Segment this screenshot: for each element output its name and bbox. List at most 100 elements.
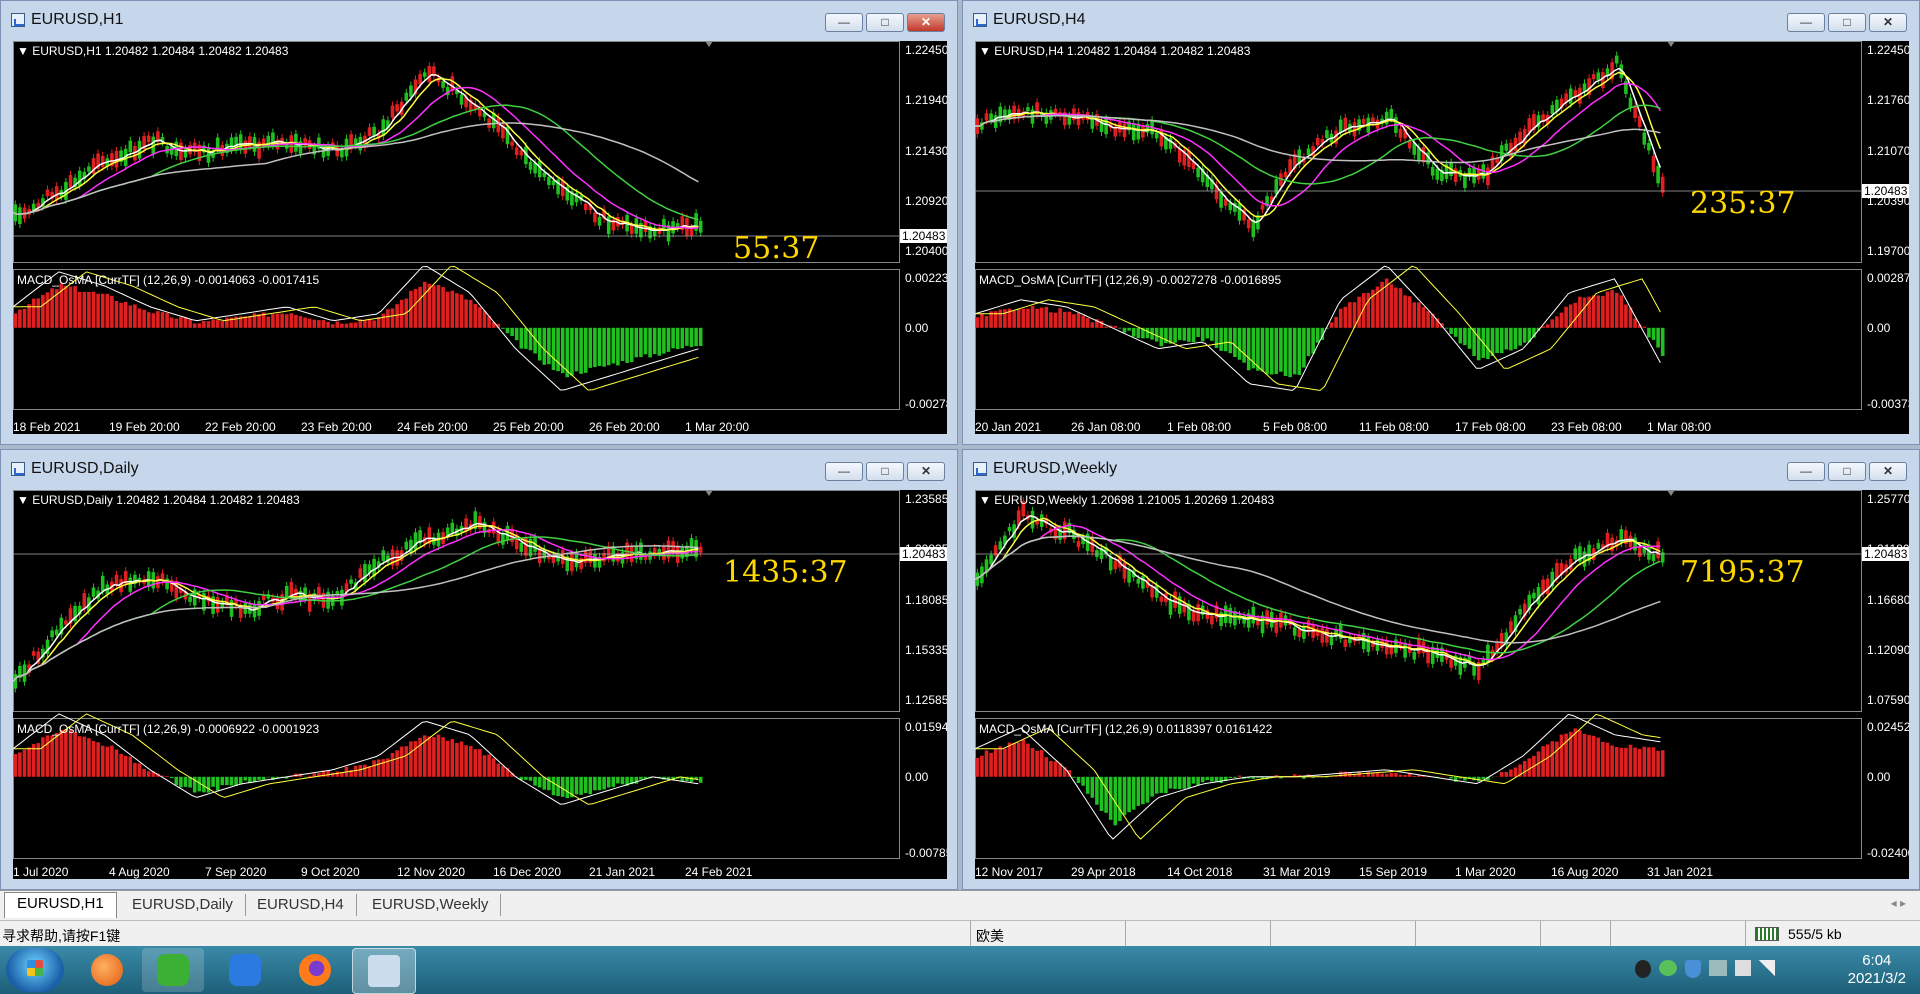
macd-histogram-bar (1090, 776, 1095, 798)
window-titlebar[interactable]: EURUSD,Weekly — □ ✕ (963, 450, 1919, 488)
macd-histogram-bar (229, 776, 234, 786)
close-button[interactable]: ✕ (1869, 462, 1907, 481)
macd-histogram-bar (1412, 302, 1417, 328)
macd-histogram-bar (1348, 302, 1352, 328)
macd-histogram-bar (1642, 326, 1647, 328)
macd-histogram-bar (156, 311, 160, 328)
macd-histogram-bar (54, 732, 59, 777)
taskbar: 6:04 2021/3/2 (0, 946, 1920, 994)
macd-histogram-bar (616, 327, 620, 366)
start-button[interactable] (6, 948, 64, 992)
chart-window-eurusd-daily[interactable]: EURUSD,Daily — □ ✕ ▼ EURUSD,Daily 1.2048… (0, 449, 958, 890)
macd-histogram-bar (1003, 748, 1007, 777)
candle-body (1532, 592, 1536, 599)
candle-body (422, 72, 427, 77)
chart-window-eurusd-h1[interactable]: EURUSD,H1 — □ ✕ ▼ EURUSD,H1 1.20482 1.20… (0, 0, 958, 445)
macd-histogram-bar (22, 308, 27, 328)
taskbar-app-orange[interactable] (76, 948, 138, 992)
macd-histogram-bar (1467, 327, 1472, 349)
chart-area[interactable]: ▼ EURUSD,Weekly 1.20698 1.21005 1.20269 … (975, 490, 1909, 879)
network-icon[interactable] (1709, 960, 1727, 976)
taskbar-app-firefox[interactable] (284, 948, 346, 992)
macd-histogram-bar (611, 327, 616, 364)
candle-body (183, 148, 188, 158)
macd-histogram-bar (1587, 735, 1591, 777)
macd-histogram-bar (1550, 319, 1555, 328)
macd-histogram-bar (1315, 327, 1320, 343)
candle-body (1499, 633, 1504, 647)
macd-histogram-bar (616, 776, 620, 784)
minimize-button[interactable]: — (825, 462, 863, 481)
window-titlebar[interactable]: EURUSD,Daily — □ ✕ (1, 450, 957, 488)
chart-area[interactable]: ▼ EURUSD,Daily 1.20482 1.20484 1.20482 1… (13, 490, 947, 879)
window-titlebar[interactable]: EURUSD,H1 — □ ✕ (1, 1, 957, 39)
candle-body (510, 141, 514, 146)
macd-histogram-bar (501, 327, 505, 329)
wechat-tray-icon[interactable] (1659, 960, 1677, 976)
macd-histogram-bar (1660, 327, 1665, 356)
shift-marker (1667, 41, 1675, 47)
qq-icon[interactable] (1635, 960, 1651, 978)
signal-icon[interactable] (1759, 960, 1775, 976)
close-button[interactable]: ✕ (907, 13, 945, 32)
candle-body (998, 541, 1003, 550)
window-titlebar[interactable]: EURUSD,H4 — □ ✕ (963, 1, 1919, 39)
shield-icon[interactable] (1685, 960, 1701, 978)
macd-histogram-bar (1619, 295, 1624, 328)
chart-window-icon (973, 462, 987, 476)
macd-histogram-bar (363, 320, 367, 328)
macd-histogram-bar (1256, 327, 1260, 371)
candle-body (1141, 576, 1145, 589)
macd-histogram-bar (1159, 776, 1164, 793)
macd-histogram-bar (1164, 776, 1168, 794)
macd-histogram-bar (441, 287, 445, 328)
macd-histogram-bar (459, 741, 464, 777)
macd-histogram-bar (1458, 327, 1463, 344)
time-axis-label: 31 Mar 2019 (1263, 865, 1331, 879)
maximize-button[interactable]: □ (866, 462, 904, 481)
candle-body (1150, 587, 1154, 598)
macd-histogram-bar (1214, 327, 1219, 349)
minimize-button[interactable]: — (1787, 13, 1825, 32)
macd-histogram-bar (432, 737, 436, 777)
macd-histogram-bar (1656, 327, 1660, 348)
macd-histogram-bar (1108, 776, 1113, 820)
tab-eurusd-weekly[interactable]: EURUSD,Weekly (360, 894, 502, 916)
macd-histogram-bar (211, 319, 215, 328)
candle-body (501, 533, 505, 545)
chart-area[interactable]: ▼ EURUSD,H1 1.20482 1.20484 1.20482 1.20… (13, 41, 947, 434)
taskbar-app-metatrader[interactable] (352, 948, 416, 994)
maximize-button[interactable]: □ (1828, 462, 1866, 481)
chart-area[interactable]: ▼ EURUSD,H4 1.20482 1.20484 1.20482 1.20… (975, 41, 1909, 434)
maximize-button[interactable]: □ (1828, 13, 1866, 32)
tab-eurusd-h4[interactable]: EURUSD,H4 (245, 894, 357, 916)
macd-histogram-bar (1555, 741, 1559, 777)
chart-window-eurusd-h4[interactable]: EURUSD,H4 — □ ✕ ▼ EURUSD,H4 1.20482 1.20… (962, 0, 1920, 445)
macd-histogram-bar (1141, 776, 1145, 805)
candle-body (22, 664, 27, 682)
tab-scroll-arrows-icon[interactable]: ◂ ▸ (1891, 896, 1906, 910)
tab-eurusd-h1[interactable]: EURUSD,H1 (4, 892, 117, 918)
candle-body (1260, 615, 1265, 634)
candle-body (593, 212, 597, 223)
macd-histogram-bar (1095, 776, 1099, 805)
chart-window-eurusd-weekly[interactable]: EURUSD,Weekly — □ ✕ ▼ EURUSD,Weekly 1.20… (962, 449, 1920, 890)
candle-body (1527, 118, 1532, 133)
macd-histogram-bar (611, 776, 616, 787)
tab-eurusd-daily[interactable]: EURUSD,Daily (120, 894, 246, 916)
volume-icon[interactable] (1735, 960, 1751, 976)
close-button[interactable]: ✕ (907, 462, 945, 481)
macd-histogram-bar (206, 776, 211, 793)
system-clock[interactable]: 6:04 2021/3/2 (1848, 952, 1906, 988)
taskbar-app-note[interactable] (214, 948, 276, 992)
maximize-button[interactable]: □ (866, 13, 904, 32)
minimize-button[interactable]: — (1787, 462, 1825, 481)
minimize-button[interactable]: — (825, 13, 863, 32)
close-button[interactable]: ✕ (1869, 13, 1907, 32)
metatrader-icon (368, 955, 400, 987)
candle-body (519, 542, 524, 552)
taskbar-app-wechat[interactable] (142, 948, 204, 992)
macd-histogram-bar (64, 729, 68, 777)
macd-histogram-bar (1504, 772, 1509, 777)
candle-body (1591, 74, 1596, 80)
